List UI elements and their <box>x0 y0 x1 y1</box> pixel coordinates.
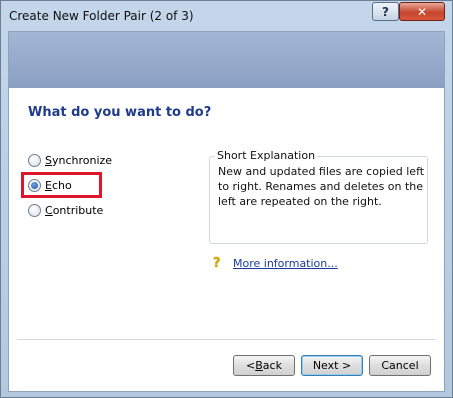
more-information-link[interactable]: More information... <box>233 257 338 270</box>
radio-button-contribute[interactable] <box>28 203 41 217</box>
help-button[interactable]: ? <box>372 2 399 21</box>
header-banner <box>9 32 444 88</box>
radio-label-synchronize[interactable]: Synchronize <box>45 154 112 167</box>
cancel-button[interactable]: Cancel <box>369 355 431 376</box>
window-title: Create New Folder Pair (2 of 3) <box>9 9 194 23</box>
separator <box>17 339 436 341</box>
next-button[interactable]: Next > <box>301 355 363 376</box>
close-icon: ✕ <box>416 4 428 19</box>
question-icon: ? <box>213 256 221 271</box>
dialog-window: Create New Folder Pair (2 of 3) ? ✕ What… <box>0 0 453 398</box>
close-button[interactable]: ✕ <box>399 2 445 21</box>
page-heading: What do you want to do? <box>28 105 212 120</box>
radio-synchronize[interactable]: Synchronize <box>28 152 112 168</box>
radio-contribute[interactable]: Contribute <box>28 202 103 218</box>
radio-button-synchronize[interactable] <box>28 153 41 167</box>
back-button[interactable]: < Back <box>233 355 295 376</box>
explanation-legend: Short Explanation <box>215 149 318 162</box>
explanation-text: New and updated files are copied left to… <box>218 165 425 208</box>
echo-highlight-annotation <box>21 172 102 198</box>
question-icon: ? <box>382 4 389 19</box>
radio-label-contribute[interactable]: Contribute <box>45 204 103 217</box>
title-bar[interactable]: Create New Folder Pair (2 of 3) ? ✕ <box>1 1 452 31</box>
dialog-content: What do you want to do? Synchronize Echo… <box>8 31 445 392</box>
